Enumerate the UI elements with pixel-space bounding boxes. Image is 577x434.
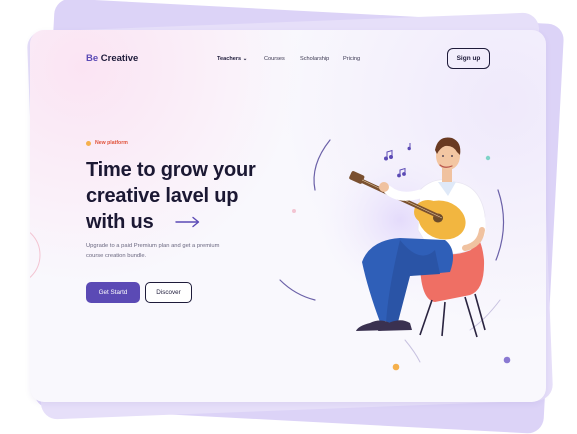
- signup-button[interactable]: Sign up: [447, 48, 490, 69]
- brand-logo[interactable]: Be Creative: [86, 53, 138, 64]
- brand-name: Creative: [100, 53, 139, 64]
- landing-page-card: Be Creative Teachers ⌄ Courses Scholarsh…: [30, 30, 546, 402]
- headline-line-1: Time to grow your: [86, 159, 256, 181]
- guitar-player-illustration: [279, 135, 511, 371]
- badge-dot-icon: [86, 140, 91, 146]
- nav-item-teachers[interactable]: Teachers ⌄: [217, 56, 247, 62]
- decorative-ring: [30, 231, 41, 279]
- get-started-button[interactable]: Get Startd: [86, 282, 140, 303]
- brand-prefix: Be: [86, 53, 99, 64]
- chevron-down-icon: ⌄: [242, 56, 248, 62]
- nav-item-teachers-label: Teachers: [217, 56, 242, 62]
- nav-item-courses[interactable]: Courses: [264, 56, 285, 62]
- new-platform-badge: New platform: [86, 140, 128, 146]
- badge-label: New platform: [95, 140, 128, 146]
- discover-button[interactable]: Discover: [145, 282, 192, 303]
- nav-item-scholarship[interactable]: Scholarship: [300, 56, 329, 62]
- headline-line-2: creative lavel up: [86, 185, 239, 207]
- hero-subtext: Upgrade to a paid Premium plan and get a…: [86, 242, 261, 261]
- subtext-line-1: Upgrade to a paid Premium plan and get a…: [86, 243, 220, 249]
- subtext-line-2: course creation bundle.: [86, 252, 147, 259]
- nav-item-pricing[interactable]: Pricing: [343, 56, 360, 62]
- arrow-right-icon: [175, 216, 200, 228]
